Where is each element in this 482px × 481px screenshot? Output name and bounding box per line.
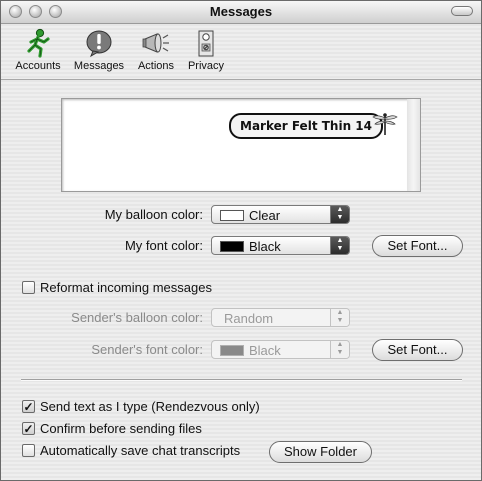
my-font-color-value: Black	[249, 239, 281, 254]
sender-font-color-label: Sender's font color:	[91, 342, 203, 357]
my-balloon-color-popup[interactable]: Clear ▲ ▼	[211, 205, 350, 224]
title-bar[interactable]: Messages	[1, 1, 481, 24]
toolbar-item-actions[interactable]: Actions	[134, 28, 178, 72]
my-set-font-button[interactable]: Set Font...	[372, 235, 463, 257]
my-font-color-popup[interactable]: Black ▲ ▼	[211, 236, 350, 255]
send-text-as-type-checkbox[interactable]: ✓ Send text as I type (Rendezvous only)	[22, 399, 292, 415]
toolbar-label-messages: Messages	[73, 60, 125, 72]
toolbar-label-actions: Actions	[137, 60, 175, 72]
popup-arrows-icon: ▲ ▼	[330, 341, 349, 358]
sender-font-color-value: Black	[249, 343, 281, 358]
font-color-swatch	[220, 241, 244, 252]
send-text-as-type-checkbox-box[interactable]: ✓	[22, 400, 35, 413]
sender-balloon-color-value: Random	[224, 311, 274, 326]
auto-save-transcripts-checkbox[interactable]: Automatically save chat transcripts	[22, 443, 262, 459]
toolbar: Accounts Messages Actions Privacy	[1, 24, 481, 80]
send-text-as-type-label: Send text as I type (Rendezvous only)	[40, 399, 260, 414]
reformat-incoming-checkbox[interactable]: Reformat incoming messages	[22, 280, 242, 296]
privacy-doorhanger-icon	[198, 30, 214, 57]
my-font-color-label: My font color:	[124, 238, 203, 253]
sender-balloon-color-popup[interactable]: Random ▲ ▼	[211, 308, 350, 327]
auto-save-transcripts-checkbox-box[interactable]	[22, 444, 35, 457]
window-title: Messages	[209, 4, 273, 19]
sender-set-font-button[interactable]: Set Font...	[372, 339, 463, 361]
balloon-color-swatch	[220, 210, 244, 221]
confirm-before-sending-checkbox[interactable]: ✓ Confirm before sending files	[22, 421, 232, 437]
my-balloon-color-label: My balloon color:	[104, 207, 203, 222]
show-folder-button[interactable]: Show Folder	[269, 441, 372, 463]
auto-save-transcripts-label: Automatically save chat transcripts	[40, 443, 241, 458]
toolbar-item-accounts[interactable]: Accounts	[13, 28, 63, 72]
accounts-running-man-icon	[27, 28, 50, 58]
toolbar-toggle-button[interactable]	[451, 6, 473, 16]
toolbar-label-accounts: Accounts	[15, 60, 61, 72]
preferences-window: Messages Accounts Messages Actions Priva…	[0, 0, 482, 481]
popup-arrows-icon: ▲ ▼	[330, 237, 349, 254]
popup-arrows-icon: ▲ ▼	[330, 206, 349, 223]
my-balloon-color-value: Clear	[249, 208, 281, 223]
toolbar-item-privacy[interactable]: Privacy	[185, 28, 227, 72]
messages-exclamation-icon	[86, 30, 112, 58]
confirm-before-sending-label: Confirm before sending files	[40, 421, 202, 436]
confirm-before-sending-checkbox-box[interactable]: ✓	[22, 422, 35, 435]
preview-scrollbar[interactable]	[407, 98, 421, 192]
reformat-incoming-label: Reformat incoming messages	[40, 280, 212, 295]
popup-arrows-icon: ▲ ▼	[330, 309, 349, 326]
dragonfly-icon	[372, 113, 398, 135]
preview-balloon: Marker Felt Thin 14	[229, 113, 383, 139]
section-divider	[21, 379, 462, 381]
sender-font-color-swatch	[220, 345, 244, 356]
actions-megaphone-icon	[142, 33, 169, 53]
reformat-incoming-checkbox-box[interactable]	[22, 281, 35, 294]
sender-font-color-popup[interactable]: Black ▲ ▼	[211, 340, 350, 359]
toolbar-label-privacy: Privacy	[187, 60, 225, 72]
sender-balloon-color-label: Sender's balloon color:	[71, 310, 203, 325]
toolbar-item-messages[interactable]: Messages	[71, 28, 127, 72]
